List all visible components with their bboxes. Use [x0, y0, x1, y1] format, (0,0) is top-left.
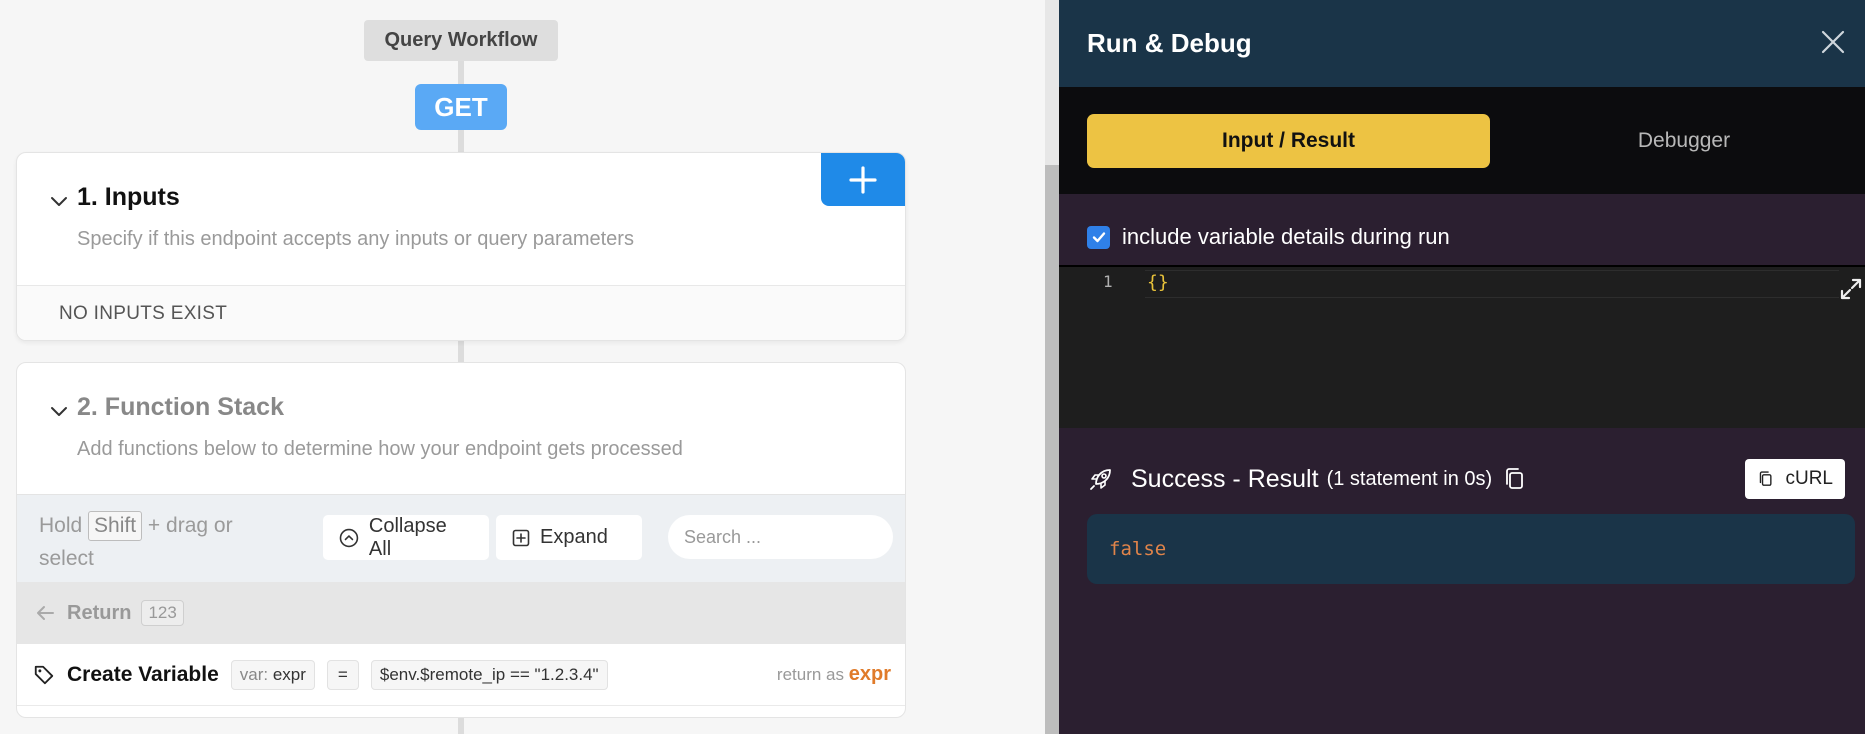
checkmark-icon	[1092, 232, 1105, 243]
collapse-circle-icon	[339, 528, 359, 547]
chevron-down-icon[interactable]	[47, 189, 71, 213]
inputs-title: 1. Inputs	[77, 183, 180, 211]
add-input-button[interactable]	[821, 153, 905, 206]
tag-icon	[34, 665, 54, 684]
http-method-badge[interactable]: GET	[415, 84, 507, 130]
input-code-editor[interactable]: 1 {}	[1059, 265, 1865, 428]
return-row[interactable]: Return 123	[17, 582, 905, 644]
return-as-prefix: return as	[776, 665, 845, 684]
include-variables-checkbox[interactable]	[1087, 225, 1110, 249]
result-output: false	[1087, 514, 1855, 584]
result-meta: (1 statement in 0s)	[1326, 467, 1493, 490]
result-title: Success - Result	[1131, 464, 1319, 493]
curl-label: cURL	[1785, 468, 1833, 489]
return-type-badge: 123	[141, 600, 184, 626]
function-stack-title: 2. Function Stack	[77, 393, 284, 421]
expand-square-icon	[512, 529, 530, 546]
chevron-down-icon[interactable]	[47, 399, 71, 423]
drag-hint: Hold Shift + drag or select	[39, 509, 279, 575]
arrow-left-icon	[37, 606, 54, 620]
inputs-card-header[interactable]: 1. Inputs Specify if this endpoint accep…	[17, 153, 905, 285]
function-search-input[interactable]	[668, 515, 893, 559]
return-label: Return	[67, 601, 132, 624]
copy-icon[interactable]	[1502, 466, 1528, 492]
editor-code-line[interactable]: {}	[1145, 270, 1839, 298]
panel-header: Run & Debug	[1059, 0, 1865, 87]
run-debug-panel: Run & Debug Input / Result Debugger incl…	[1059, 0, 1865, 734]
fullscreen-expand-icon[interactable]	[1839, 277, 1863, 301]
result-header: Success - Result (1 statement in 0s) cUR…	[1087, 459, 1845, 499]
function-stack-subtitle: Add functions below to determine how you…	[77, 438, 683, 460]
create-variable-title: Create Variable	[67, 662, 219, 686]
inputs-subtitle: Specify if this endpoint accepts any inp…	[77, 228, 634, 250]
line-number: 1	[1103, 272, 1113, 291]
collapse-all-button[interactable]: Collapse All	[323, 515, 489, 560]
close-icon	[1821, 30, 1845, 54]
return-as: return as expr	[777, 663, 891, 686]
close-panel-button[interactable]	[1811, 20, 1855, 64]
shift-key: Shift	[88, 511, 143, 541]
tab-debugger[interactable]: Debugger	[1531, 114, 1837, 168]
include-variables-option[interactable]: include variable details during run	[1087, 224, 1450, 250]
return-as-value: expr	[848, 663, 891, 685]
canvas-scrollbar-thumb[interactable]	[1045, 165, 1059, 734]
variable-name: expr	[272, 664, 306, 684]
collapse-all-label: Collapse All	[368, 514, 447, 560]
create-variable-row[interactable]: Create Variable var: expr = $env.$remote…	[17, 644, 905, 706]
expand-button[interactable]: Expand	[496, 515, 642, 560]
copy-icon	[1760, 471, 1773, 486]
no-inputs-message: NO INPUTS EXIST	[17, 285, 905, 340]
workflow-canvas: Query Workflow GET 1. Inputs Specify if …	[0, 0, 1045, 734]
operator-pill: =	[326, 659, 359, 690]
include-variables-label: include variable details during run	[1122, 224, 1450, 249]
rocket-icon	[1090, 469, 1111, 490]
variable-name-pill[interactable]: var: expr	[230, 659, 315, 690]
inputs-card: 1. Inputs Specify if this endpoint accep…	[16, 152, 906, 341]
workflow-label: Query Workflow	[364, 20, 558, 61]
variable-prefix: var:	[239, 664, 269, 684]
tab-input-result[interactable]: Input / Result	[1087, 114, 1490, 168]
function-stack-header[interactable]: 2. Function Stack Add functions below to…	[17, 363, 905, 495]
function-stack-card: 2. Function Stack Add functions below to…	[16, 362, 906, 718]
curl-button[interactable]: cURL	[1745, 459, 1845, 499]
panel-title: Run & Debug	[1087, 28, 1252, 58]
function-stack-toolbar: Hold Shift + drag or select Collapse All…	[17, 494, 905, 582]
hint-prefix: Hold	[39, 514, 83, 537]
panel-tabs: Input / Result Debugger	[1059, 87, 1865, 194]
expand-label: Expand	[540, 526, 608, 548]
expression-pill[interactable]: $env.$remote_ip == "1.2.3.4"	[370, 659, 608, 690]
plus-icon	[849, 165, 877, 194]
